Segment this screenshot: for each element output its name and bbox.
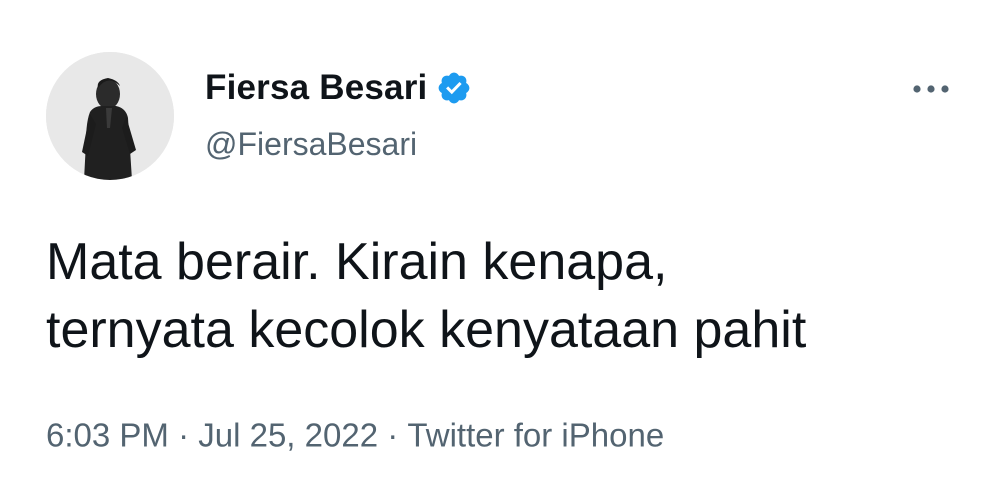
name-row: Fiersa Besari (205, 66, 472, 110)
tweet-time[interactable]: 6:03 PM (46, 416, 169, 453)
profile-photo (46, 52, 174, 180)
tweet-header: Fiersa Besari @FiersaBesari (205, 66, 472, 163)
tweet-text: Mata berair. Kirain kenapa, ternyata kec… (46, 228, 976, 364)
tweet-source[interactable]: Twitter for iPhone (407, 416, 664, 453)
tweet-meta: 6:03 PM · Jul 25, 2022 · Twitter for iPh… (46, 414, 664, 454)
tweet-text-line: Mata berair. Kirain kenapa, (46, 233, 668, 291)
tweet-date[interactable]: Jul 25, 2022 (198, 416, 378, 453)
separator: · (178, 416, 190, 454)
tweet-text-line: ternyata kecolok kenyataan pahit (46, 301, 807, 359)
avatar[interactable] (46, 52, 174, 180)
tweet-card: Fiersa Besari @FiersaBesari Mata berair.… (0, 0, 1000, 497)
separator: · (387, 416, 399, 454)
user-handle[interactable]: @FiersaBesari (205, 126, 472, 163)
more-options-icon[interactable] (908, 74, 954, 104)
display-name[interactable]: Fiersa Besari (205, 68, 427, 108)
verified-badge-icon (436, 70, 472, 106)
